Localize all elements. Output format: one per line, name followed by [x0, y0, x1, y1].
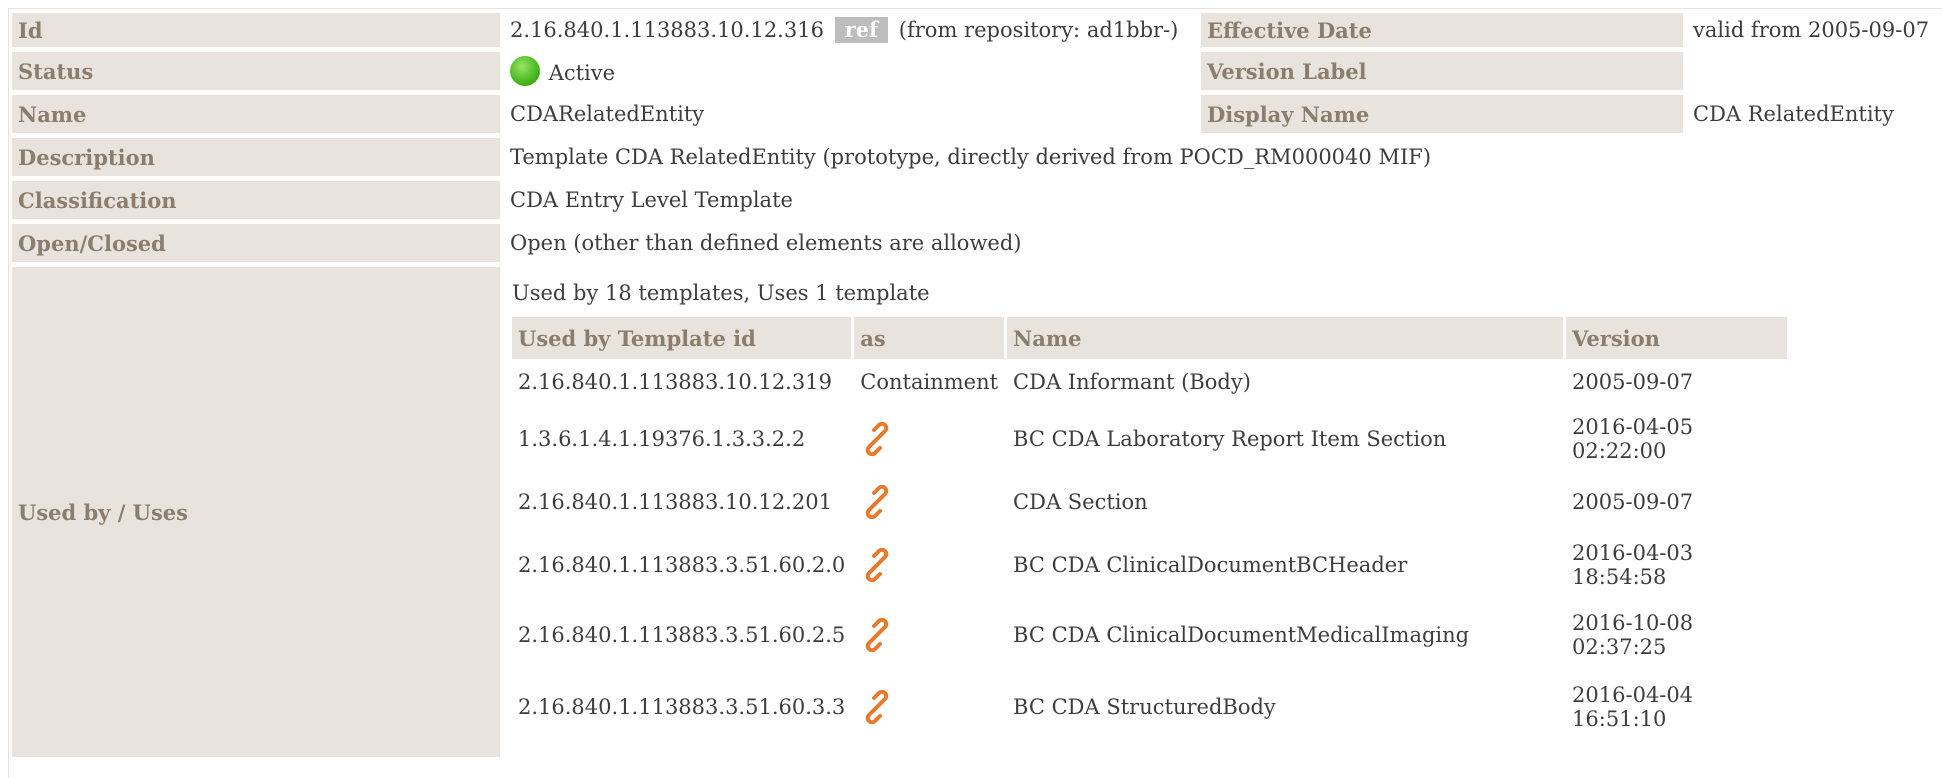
description-value: Template CDA RelatedEntity (prototype, d… [510, 145, 1432, 169]
row-version-time: 16:51:10 [1572, 707, 1667, 731]
row-version: 2016-04-03 18:54:58 [1566, 531, 1787, 599]
table-row[interactable]: 2.16.840.1.113883.10.12.201 CDA Section … [512, 473, 1787, 531]
description-label: Description [12, 138, 500, 176]
usage-caption: Used by 18 templates, Uses 1 template [512, 281, 930, 305]
row-name[interactable]: BC CDA ClinicalDocumentMedicalImaging [1007, 599, 1563, 671]
row-id: Id 2.16.840.1.113883.10.12.316 ref (from… [12, 13, 1935, 47]
classification-label: Classification [12, 181, 500, 219]
row-classification: Classification CDA Entry Level Template [12, 181, 1935, 219]
row-version-date: 2005-09-07 [1572, 490, 1694, 514]
row-version-time: 18:54:58 [1572, 565, 1667, 589]
usage-table: Used by Template id as Name Version 2.16… [509, 317, 1790, 743]
classification-value: CDA Entry Level Template [510, 188, 793, 212]
display-name-label: Display Name [1201, 95, 1683, 133]
row-version: 2016-04-04 16:51:10 [1566, 671, 1787, 743]
col-header-template-id[interactable]: Used by Template id [512, 317, 852, 359]
row-version-date: 2005-09-07 [1572, 370, 1694, 394]
used-by-label: Used by / Uses [12, 267, 500, 757]
version-label-value [1687, 52, 1935, 90]
table-row[interactable]: 2.16.840.1.113883.3.51.60.2.0 BC CDA Cli… [512, 531, 1787, 599]
row-version: 2016-04-05 02:22:00 [1566, 405, 1787, 473]
row-version-date: 2016-10-08 [1572, 611, 1694, 635]
row-used-by: Used by / Uses Used by 18 templates, Use… [12, 267, 1935, 757]
name-label: Name [12, 95, 500, 133]
row-status: Status Active Version Label [12, 52, 1935, 90]
name-value: CDARelatedEntity [510, 102, 705, 126]
status-label: Status [12, 52, 500, 90]
row-version: 2016-10-08 02:37:25 [1566, 599, 1787, 671]
table-row[interactable]: 1.3.6.1.4.1.19376.1.3.3.2.2 BC CDA Labor… [512, 405, 1787, 473]
table-row[interactable]: 2.16.840.1.113883.3.51.60.3.3 BC CDA Str… [512, 671, 1787, 743]
open-closed-value: Open (other than defined elements are al… [510, 231, 1022, 255]
chain-link-icon[interactable] [860, 618, 894, 652]
row-version-date: 2016-04-05 [1572, 415, 1694, 439]
row-version-time: 02:22:00 [1572, 439, 1667, 463]
chain-link-icon[interactable] [860, 548, 894, 582]
id-value-cell: 2.16.840.1.113883.10.12.316 ref (from re… [504, 13, 1197, 47]
chain-link-icon[interactable] [860, 690, 894, 724]
col-header-name[interactable]: Name [1007, 317, 1564, 359]
display-name-value: CDA RelatedEntity [1693, 102, 1894, 126]
row-open-closed: Open/Closed Open (other than defined ele… [12, 224, 1935, 262]
status-value: Active [548, 61, 616, 85]
status-value-cell: Active [504, 52, 1197, 90]
row-as[interactable] [854, 531, 1004, 599]
row-template-id[interactable]: 2.16.840.1.113883.3.51.60.3.3 [512, 671, 851, 743]
id-value: 2.16.840.1.113883.10.12.316 [510, 18, 824, 42]
col-header-version[interactable]: Version [1566, 317, 1788, 359]
open-closed-label: Open/Closed [12, 224, 500, 262]
effective-date-value: valid from 2005-09-07 [1693, 18, 1930, 42]
template-metadata-table: Id 2.16.840.1.113883.10.12.316 ref (from… [8, 8, 1939, 762]
row-name[interactable]: CDA Informant (Body) [1007, 359, 1563, 405]
row-name[interactable]: BC CDA StructuredBody [1007, 671, 1563, 743]
chain-link-icon[interactable] [860, 422, 894, 456]
effective-date-label: Effective Date [1201, 13, 1683, 47]
row-name[interactable]: BC CDA ClinicalDocumentBCHeader [1007, 531, 1563, 599]
row-version-time: 02:37:25 [1572, 635, 1667, 659]
id-label: Id [12, 13, 500, 47]
row-name: Name CDARelatedEntity Display Name CDA R… [12, 95, 1935, 133]
status-active-icon [510, 56, 540, 86]
ref-badge[interactable]: ref [834, 17, 889, 43]
used-by-cell: Used by 18 templates, Uses 1 template Us… [504, 267, 1935, 757]
row-template-id[interactable]: 2.16.840.1.113883.3.51.60.2.5 [512, 599, 851, 671]
row-description: Description Template CDA RelatedEntity (… [12, 138, 1935, 176]
table-row[interactable]: 2.16.840.1.113883.3.51.60.2.5 BC CDA Cli… [512, 599, 1787, 671]
row-template-id[interactable]: 2.16.840.1.113883.10.12.319 [512, 359, 851, 405]
row-name[interactable]: CDA Section [1007, 473, 1563, 531]
repository-note: (from repository: ad1bbr-) [898, 18, 1179, 42]
row-as[interactable] [854, 405, 1004, 473]
row-template-id[interactable]: 2.16.840.1.113883.10.12.201 [512, 473, 851, 531]
row-version-date: 2016-04-04 [1572, 683, 1694, 707]
version-label-label: Version Label [1201, 52, 1683, 90]
row-as: Containment [860, 370, 999, 394]
col-header-as[interactable]: as [854, 317, 1005, 359]
row-version: 2005-09-07 [1566, 359, 1787, 405]
row-version: 2005-09-07 [1566, 473, 1787, 531]
table-row[interactable]: 2.16.840.1.113883.10.12.319 Containment … [512, 359, 1787, 405]
row-as[interactable] [854, 671, 1004, 743]
row-name[interactable]: BC CDA Laboratory Report Item Section [1007, 405, 1563, 473]
row-template-id[interactable]: 1.3.6.1.4.1.19376.1.3.3.2.2 [512, 405, 851, 473]
row-version-date: 2016-04-03 [1572, 541, 1694, 565]
row-as[interactable] [854, 473, 1004, 531]
row-as[interactable] [854, 599, 1004, 671]
row-template-id[interactable]: 2.16.840.1.113883.3.51.60.2.0 [512, 531, 851, 599]
usage-header-row: Used by Template id as Name Version [512, 317, 1788, 359]
chain-link-icon[interactable] [860, 485, 894, 519]
